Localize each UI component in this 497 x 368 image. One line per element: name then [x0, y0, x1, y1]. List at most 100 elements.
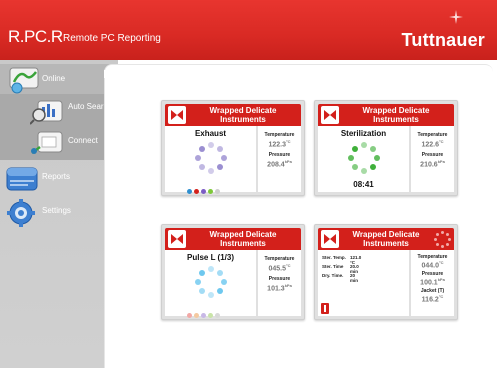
sidebar-item-label: Online — [42, 74, 66, 83]
sidebar-item-connect[interactable]: Connect — [0, 126, 118, 160]
sidebar-item-reports[interactable]: Reports — [0, 162, 118, 194]
settings-gear-icon — [7, 199, 35, 227]
butterfly-icon — [168, 106, 186, 124]
ster-temp-row: Ster. Temp. 121.0 °C — [322, 255, 362, 265]
temperature-value: 044.0°C — [421, 260, 444, 270]
ring-dot — [361, 168, 367, 174]
jacket-value: 116.2°C — [421, 294, 444, 304]
phase-dot — [187, 313, 192, 318]
temperature-value: 045.5°C — [268, 263, 291, 273]
card-stage-panel: Exhaust — [165, 126, 256, 194]
ring-dot — [208, 266, 214, 272]
sidebar-item-settings[interactable]: Settings — [0, 196, 118, 228]
card-title: Wrapped Delicate Instruments — [209, 230, 277, 248]
butterfly-icon — [321, 230, 339, 248]
phase-dots — [187, 305, 237, 318]
ring-dot — [351, 164, 358, 171]
ring-dot — [198, 288, 205, 295]
ring-dot — [198, 164, 205, 171]
sidebar-item-label: Connect — [68, 136, 98, 145]
brand-star-icon — [449, 10, 463, 24]
pressure-label: Pressure — [421, 152, 444, 158]
card-stage-panel: Pulse L (1/3) — [165, 250, 256, 318]
dry-time-row: Dry. Time. 20 min — [322, 273, 359, 283]
pressure-value: 101.3kPa — [267, 283, 292, 293]
card-readout-panel: Temperature 122.3°C Pressure 208.4kPa — [258, 126, 301, 192]
card-readout-panel: Temperature 045.5°C Pressure 101.3kPa — [258, 250, 301, 316]
butterfly-icon — [168, 230, 186, 248]
machine-card[interactable]: Wrapped Delicate Instruments Ster. Temp.… — [314, 224, 458, 320]
card-header: Wrapped Delicate Instruments — [318, 228, 454, 250]
butterfly-icon — [321, 106, 339, 124]
ring-dot — [217, 164, 224, 171]
phase-dots — [187, 181, 237, 194]
ring-dot — [221, 279, 227, 285]
app-window: R.PC.R Remote PC Reporting Tuttnauer Onl… — [0, 0, 497, 368]
pressure-value: 208.4kPa — [267, 159, 292, 169]
ring-dot — [351, 145, 358, 152]
sidebar-item-label: Reports — [42, 172, 71, 181]
phase-dot — [201, 189, 206, 194]
phase-dot — [187, 189, 192, 194]
ring-dot — [195, 279, 201, 285]
temperature-label: Temperature — [417, 132, 448, 138]
sidebar-item-label: Settings — [42, 206, 71, 215]
stage-name: Exhaust — [194, 129, 227, 138]
stage-name: Sterilization — [340, 129, 387, 138]
connect-icon — [31, 131, 63, 154]
ring-dot — [198, 145, 205, 152]
machine-card[interactable]: Wrapped Delicate Instruments Pulse L (1/… — [161, 224, 305, 320]
card-readout-panel: Temperature 044.0°C Pressure 100.1kPa Ja… — [411, 250, 454, 316]
power-button[interactable] — [321, 303, 329, 314]
card-title: Wrapped Delicate Instruments — [362, 106, 430, 124]
card-header: Wrapped Delicate Instruments — [165, 228, 301, 250]
loading-spinner-icon — [434, 231, 452, 249]
card-stage-panel: Sterilization 08:41 — [318, 126, 409, 192]
online-icon — [9, 67, 39, 94]
ring-dot — [217, 269, 224, 276]
active-tab-connector — [104, 70, 128, 78]
progress-ring — [348, 142, 380, 174]
card-header: Wrapped Delicate Instruments — [165, 104, 301, 126]
card-title: Wrapped Delicate Instruments — [352, 230, 420, 248]
card-readout-panel: Temperature 122.6°C Pressure 210.6kPa — [411, 126, 454, 192]
sidebar-item-auto-search[interactable]: Auto Search — [0, 94, 118, 126]
app-full-title: Remote PC Reporting — [63, 33, 161, 44]
ring-dot — [361, 142, 367, 148]
ring-dot — [217, 145, 224, 152]
phase-dot — [194, 189, 199, 194]
machine-card[interactable]: Wrapped Delicate Instruments Sterilizati… — [314, 100, 458, 196]
stage-name: Pulse L (1/3) — [187, 253, 234, 262]
phase-dot — [201, 313, 206, 318]
pressure-label: Pressure — [268, 276, 291, 282]
progress-ring — [195, 266, 227, 298]
auto-search-icon — [30, 100, 63, 125]
ring-dot — [208, 142, 214, 148]
sidebar-item-online[interactable]: Online — [0, 64, 118, 94]
temperature-value: 122.3°C — [268, 139, 291, 149]
ster-time-row: Ster. Time 20.0 min — [322, 264, 359, 274]
card-program-panel: Ster. Temp. 121.0 °C Ster. Time 20.0 min D… — [318, 250, 409, 316]
sidebar: Online Auto Search Connect Reports Setti… — [0, 60, 118, 368]
pressure-value: 100.1kPa — [420, 277, 445, 287]
ring-dot — [370, 145, 377, 152]
pressure-label: Pressure — [268, 152, 291, 158]
ring-dot — [208, 292, 214, 298]
phase-dot — [208, 313, 213, 318]
phase-dot — [208, 189, 213, 194]
ring-dot — [370, 164, 377, 171]
ring-dot — [374, 155, 380, 161]
temperature-value: 122.6°C — [421, 139, 444, 149]
phase-dot — [215, 189, 220, 194]
machine-card[interactable]: Wrapped Delicate Instruments Exhaust Tem… — [161, 100, 305, 196]
reports-icon — [6, 167, 38, 191]
app-header: R.PC.R Remote PC Reporting Tuttnauer — [0, 0, 497, 60]
progress-ring — [195, 142, 227, 174]
card-header: Wrapped Delicate Instruments — [318, 104, 454, 126]
brand-logo: Tuttnauer — [401, 30, 485, 50]
ring-dot — [217, 288, 224, 295]
pressure-value: 210.6kPa — [420, 159, 445, 169]
temperature-label: Temperature — [264, 132, 295, 138]
cycle-timer: 08:41 — [353, 180, 374, 189]
ring-dot — [198, 269, 205, 276]
